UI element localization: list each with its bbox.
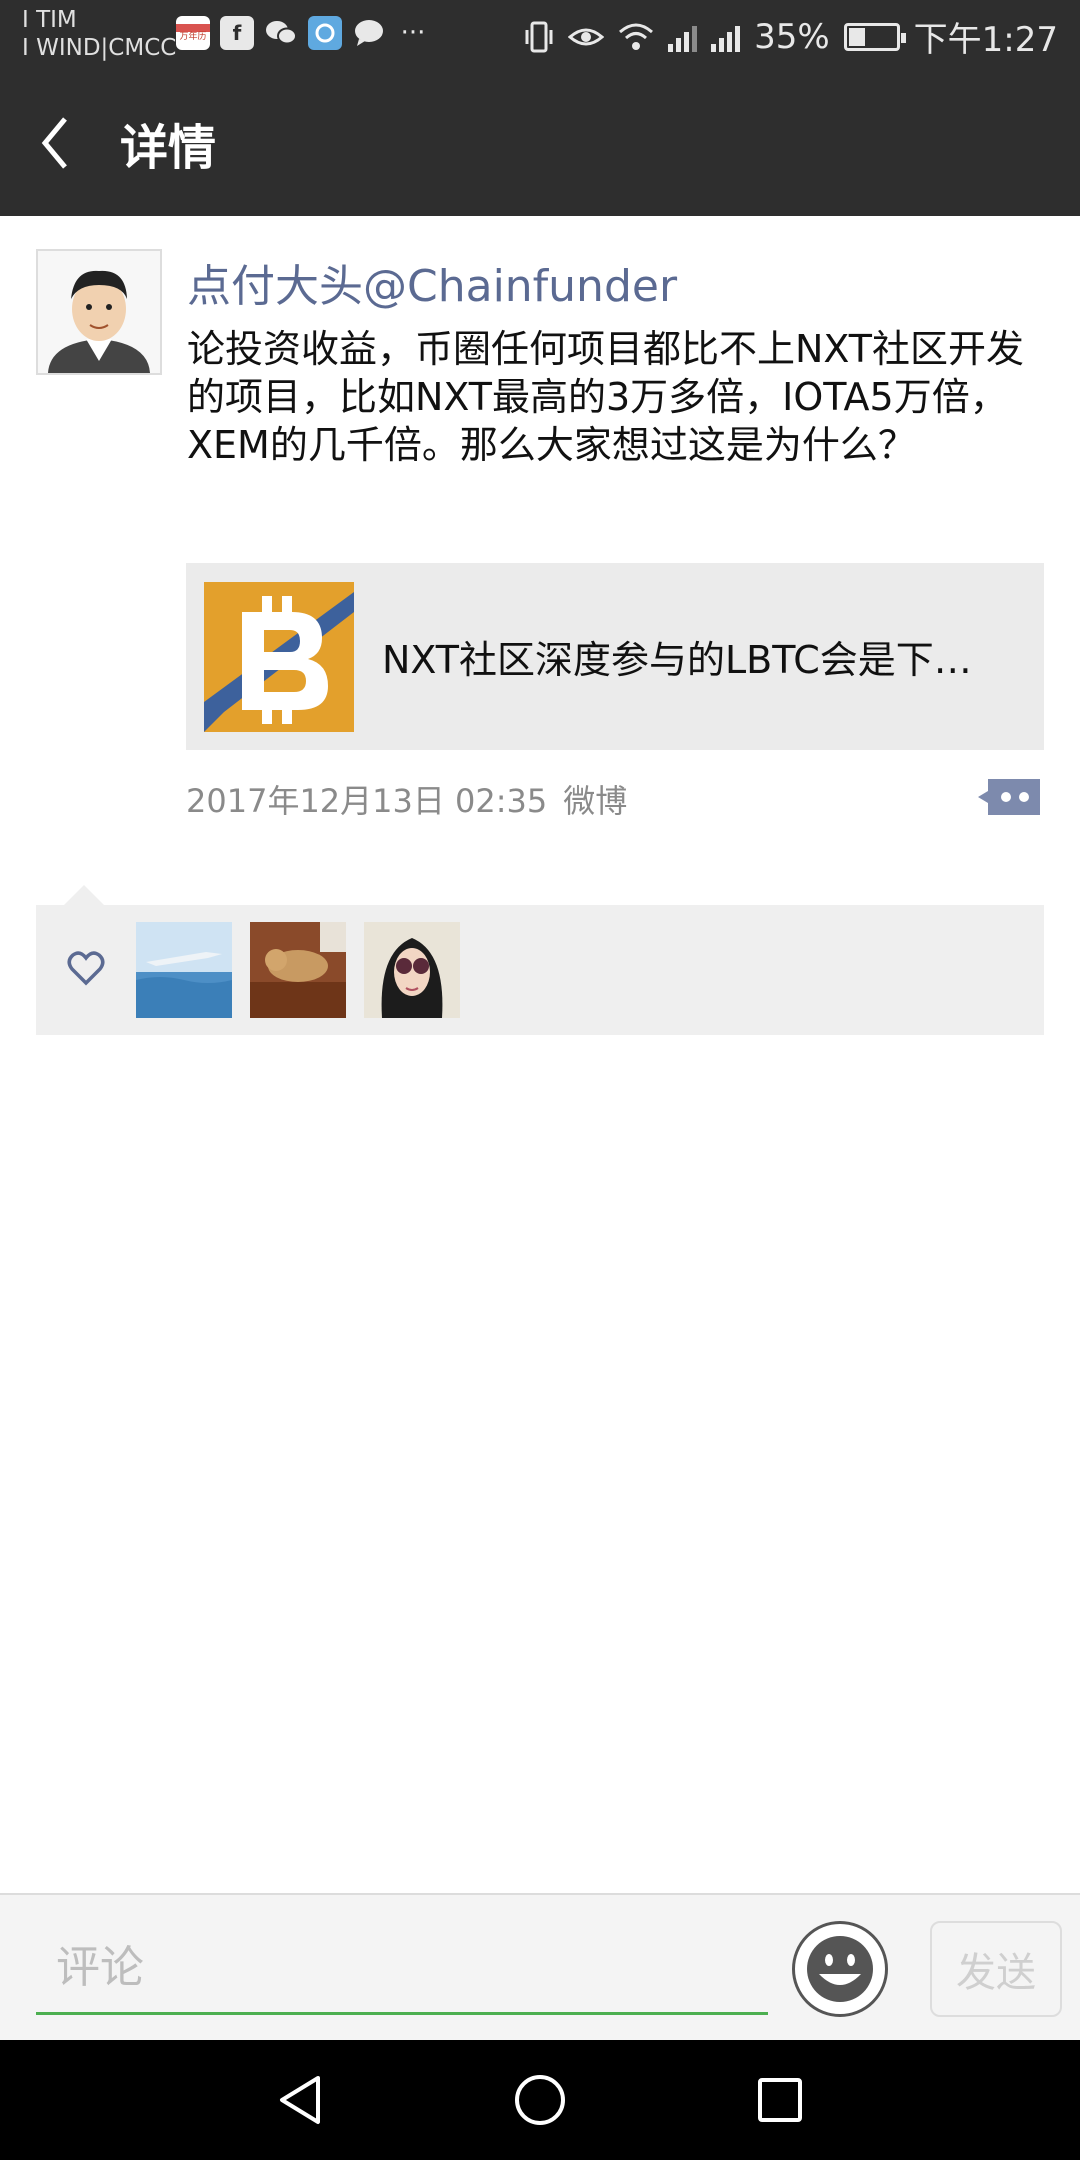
comment-bar: 发送 <box>0 1893 1080 2040</box>
likes-section <box>36 885 1044 1035</box>
emoji-button[interactable] <box>792 1921 888 2017</box>
author-avatar[interactable] <box>36 249 162 375</box>
message-icon <box>352 16 386 50</box>
carrier-info: I TIM I WIND|CMCC <box>22 6 176 62</box>
wechat-icon <box>264 16 298 50</box>
post-date: 2017年12月13日 02:35 <box>186 782 548 820</box>
carrier-line-2: I WIND|CMCC <box>22 35 177 61</box>
nav-recents-icon[interactable] <box>750 2070 810 2130</box>
liker-avatar[interactable] <box>250 922 346 1018</box>
vibrate-icon <box>525 21 553 52</box>
nav-home-icon[interactable] <box>510 2070 570 2130</box>
status-bar: I TIM I WIND|CMCC 万年历 f ··· 35% 下午1:27 <box>0 0 1080 70</box>
send-button[interactable]: 发送 <box>930 1921 1062 2017</box>
status-right: 35% 下午1:27 <box>524 12 1058 61</box>
comment-menu-button[interactable] <box>978 775 1044 819</box>
notification-icons: 万年历 f ··· <box>176 16 430 50</box>
post-meta: 2017年12月13日 02:35 微博 <box>186 776 627 822</box>
comment-input[interactable] <box>36 1923 768 2015</box>
clock: 下午1:27 <box>913 20 1058 60</box>
post-source: 微博 <box>563 782 628 820</box>
eye-comfort-icon <box>568 28 605 45</box>
post-text: 论投资收益，币圈任何项目都比不上NXT社区开发的项目，比如NXT最高的3万多倍，… <box>187 327 1025 467</box>
liker-avatar[interactable] <box>364 922 460 1018</box>
page-title: 详情 <box>120 120 217 176</box>
signal-2-icon <box>711 22 741 52</box>
carrier-line-1: I TIM <box>22 7 77 33</box>
more-dots-icon <box>978 779 1040 815</box>
calendar-app-icon: 万年历 <box>176 16 210 50</box>
heart-icon <box>67 951 105 986</box>
back-button[interactable] <box>0 70 110 216</box>
battery-percent: 35% <box>754 16 830 57</box>
chevron-left-icon <box>41 117 67 169</box>
signal-1-icon <box>668 22 698 52</box>
browser-app-icon <box>308 16 342 50</box>
calendar-app-label: 万年历 <box>179 32 207 42</box>
share-thumbnail <box>204 581 354 732</box>
shared-link-card[interactable]: NXT社区深度参与的LBTC会是下… <box>186 563 1044 750</box>
nav-back-icon[interactable] <box>270 2070 330 2130</box>
author-name[interactable]: 点付大头@Chainfunder <box>187 250 677 314</box>
title-bar: 详情 <box>0 70 1080 216</box>
navigation-bar <box>0 2040 1080 2160</box>
liker-avatar[interactable] <box>136 922 232 1018</box>
smiley-icon <box>807 1936 873 2002</box>
battery-icon <box>843 22 906 51</box>
facebook-icon: f <box>220 16 254 50</box>
wifi-icon <box>619 23 654 50</box>
share-title: NXT社区深度参与的LBTC会是下… <box>382 638 972 682</box>
more-notifications-icon: ··· <box>400 18 426 48</box>
